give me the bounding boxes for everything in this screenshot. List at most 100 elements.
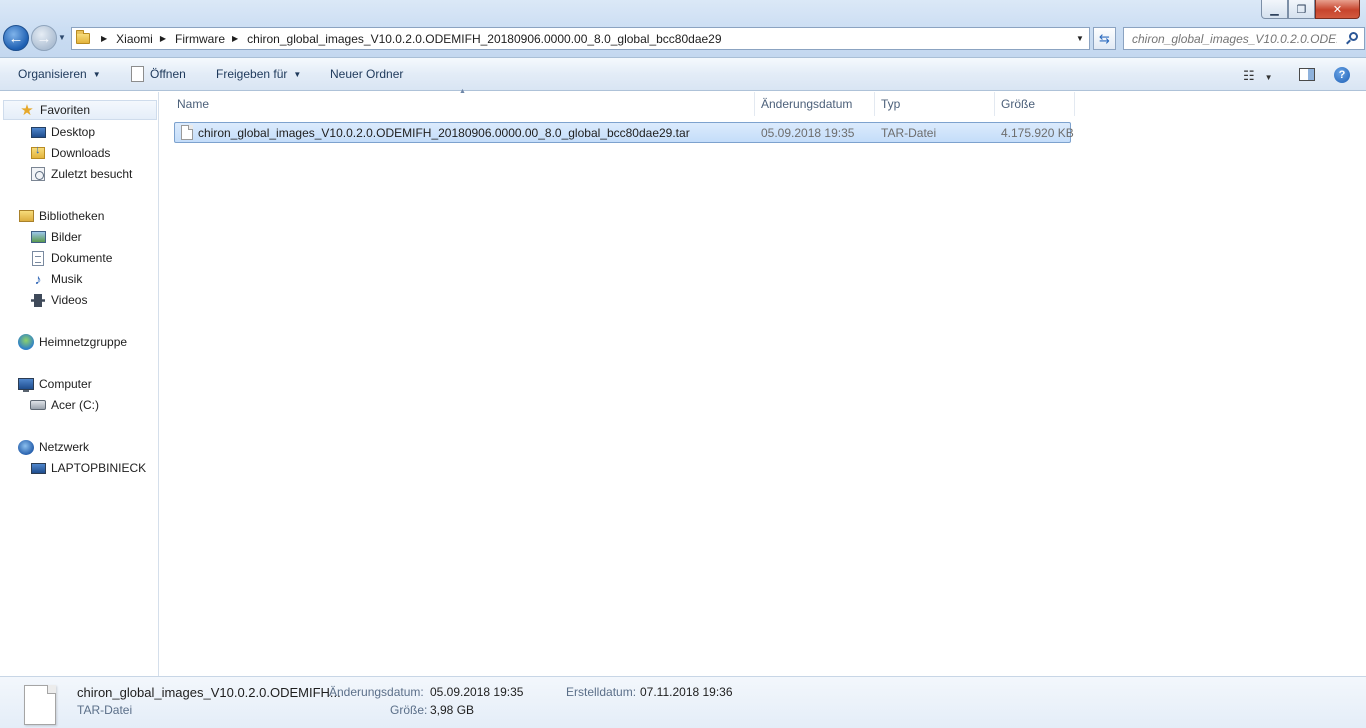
column-header-type-label: Typ <box>881 97 901 111</box>
navigation-pane: ★ Favoriten Desktop Downloads Zuletzt bes… <box>0 92 159 676</box>
open-label: Öffnen <box>150 67 186 81</box>
forward-button[interactable]: → <box>31 25 57 51</box>
nav-homegroup[interactable]: Heimnetzgruppe <box>18 332 127 352</box>
nav-downloads-label: Downloads <box>51 146 111 160</box>
details-modified-value: 05.09.2018 19:35 <box>430 685 524 699</box>
nav-network-label: Netzwerk <box>39 440 90 454</box>
nav-pictures-label: Bilder <box>51 230 82 244</box>
folder-icon <box>72 28 94 49</box>
column-header-date[interactable]: Änderungsdatum <box>756 92 875 116</box>
nav-downloads[interactable]: Downloads <box>30 143 110 163</box>
nav-videos[interactable]: Videos <box>30 290 87 310</box>
open-button[interactable]: Öffnen <box>131 66 186 82</box>
share-button[interactable]: Freigeben für ▼ <box>216 67 301 81</box>
nav-pictures[interactable]: Bilder <box>30 227 82 247</box>
nav-drive-c[interactable]: Acer (C:) <box>30 395 99 415</box>
nav-libraries-label: Bibliotheken <box>39 209 105 223</box>
column-header-name[interactable]: Name <box>172 92 755 116</box>
arrow-right-icon: → <box>36 29 52 47</box>
search-input[interactable] <box>1132 31 1337 46</box>
breadcrumb-current-folder[interactable]: chiron_global_images_V10.0.2.0.ODEMIFH_2… <box>247 32 721 46</box>
details-file-type: TAR-Datei <box>77 703 133 717</box>
file-thumbnail-icon <box>24 685 56 725</box>
close-button[interactable]: ✕ <box>1315 0 1360 19</box>
pictures-icon <box>30 229 46 245</box>
details-created-label: Erstelldatum: <box>566 685 637 699</box>
details-created-value: 07.11.2018 19:36 <box>640 685 733 699</box>
network-icon <box>18 439 34 455</box>
breadcrumb-separator-icon[interactable]: ▶ <box>101 34 107 43</box>
address-bar[interactable]: ▶ Xiaomi ▶ Firmware ▶ chiron_global_imag… <box>71 27 1090 50</box>
preview-pane-button[interactable] <box>1299 68 1315 81</box>
downloads-icon <box>30 145 46 161</box>
details-modified-label: Änderungsdatum: <box>329 685 424 699</box>
address-history-dropdown[interactable]: ▼ <box>1071 28 1089 49</box>
window-controls: ▁ ❐ ✕ <box>1261 0 1360 19</box>
title-bar: ▁ ❐ ✕ ← → ▼ ▶ Xiaomi ▶ Firmware ▶ chiron… <box>0 0 1366 58</box>
help-icon: ? <box>1338 69 1346 81</box>
view-options-button[interactable]: ☷ ▼ <box>1243 68 1273 84</box>
nav-favorites[interactable]: ★ Favoriten <box>3 100 157 120</box>
videos-icon <box>30 292 46 308</box>
nav-computer-label: Computer <box>39 377 92 391</box>
maximize-button[interactable]: ❐ <box>1288 0 1315 19</box>
drive-icon <box>30 397 46 413</box>
star-icon: ★ <box>20 101 34 119</box>
nav-documents[interactable]: Dokumente <box>30 248 112 268</box>
details-file-name: chiron_global_images_V10.0.2.0.ODEMIFH..… <box>77 685 341 700</box>
nav-desktop[interactable]: Desktop <box>30 122 95 142</box>
nav-libraries[interactable]: Bibliotheken <box>18 206 104 226</box>
column-header-type[interactable]: Typ <box>876 92 995 116</box>
computer-icon <box>18 376 34 392</box>
column-header-name-label: Name <box>177 97 210 111</box>
nav-recent-label: Zuletzt besucht <box>51 167 133 181</box>
new-folder-button[interactable]: Neuer Ordner <box>330 67 403 81</box>
column-header-size[interactable]: Größe <box>996 92 1075 116</box>
nav-desktop-label: Desktop <box>51 125 96 139</box>
breadcrumb-xiaomi[interactable]: Xiaomi <box>116 32 153 46</box>
column-header-date-label: Änderungsdatum <box>761 97 853 111</box>
help-button[interactable]: ? <box>1334 67 1350 83</box>
nav-network-pc[interactable]: LAPTOPBINIECK <box>30 458 146 478</box>
arrow-left-icon: ← <box>8 29 24 47</box>
nav-recent[interactable]: Zuletzt besucht <box>30 164 132 184</box>
search-icon[interactable] <box>1349 32 1358 41</box>
chevron-down-icon: ▼ <box>293 69 302 79</box>
breadcrumb-separator-icon[interactable]: ▶ <box>160 34 166 43</box>
nav-homegroup-label: Heimnetzgruppe <box>39 335 128 349</box>
details-size-label: Größe: <box>390 703 428 717</box>
column-header-size-label: Größe <box>1001 97 1036 111</box>
details-size-value: 3,98 GB <box>430 703 475 717</box>
details-view-icon: ☷ <box>1243 68 1255 83</box>
pc-icon <box>30 460 46 476</box>
document-icon <box>131 66 144 82</box>
file-date: 05.09.2018 19:35 <box>761 126 855 140</box>
organize-button[interactable]: Organisieren ▼ <box>18 67 101 81</box>
file-type: TAR-Datei <box>881 126 937 140</box>
nav-music[interactable]: ♪ Musik <box>30 269 83 289</box>
nav-network-pc-label: LAPTOPBINIECK <box>51 461 147 475</box>
chevron-down-icon: ▼ <box>92 69 101 79</box>
refresh-button[interactable]: ⇆ <box>1093 27 1116 50</box>
chevron-down-icon: ▼ <box>1264 73 1273 82</box>
refresh-icon: ⇆ <box>1099 30 1110 46</box>
minimize-button[interactable]: ▁ <box>1261 0 1288 19</box>
nav-network[interactable]: Netzwerk <box>18 437 89 457</box>
breadcrumb-firmware[interactable]: Firmware <box>175 32 225 46</box>
recent-places-icon <box>30 166 46 182</box>
file-name: chiron_global_images_V10.0.2.0.ODEMIFH_2… <box>198 126 690 140</box>
file-row[interactable]: chiron_global_images_V10.0.2.0.ODEMIFH_2… <box>174 122 1074 143</box>
nav-music-label: Musik <box>51 272 83 286</box>
file-icon <box>181 125 193 140</box>
search-box[interactable] <box>1123 27 1365 50</box>
share-label: Freigeben für <box>216 67 288 81</box>
breadcrumb-separator-icon[interactable]: ▶ <box>232 34 238 43</box>
homegroup-icon <box>18 334 34 350</box>
library-icon <box>18 208 34 224</box>
back-button[interactable]: ← <box>3 25 29 51</box>
nav-videos-label: Videos <box>51 293 88 307</box>
nav-drive-c-label: Acer (C:) <box>51 398 99 412</box>
nav-computer[interactable]: Computer <box>18 374 92 394</box>
documents-icon <box>30 250 46 266</box>
recent-pages-dropdown[interactable]: ▼ <box>58 33 66 42</box>
